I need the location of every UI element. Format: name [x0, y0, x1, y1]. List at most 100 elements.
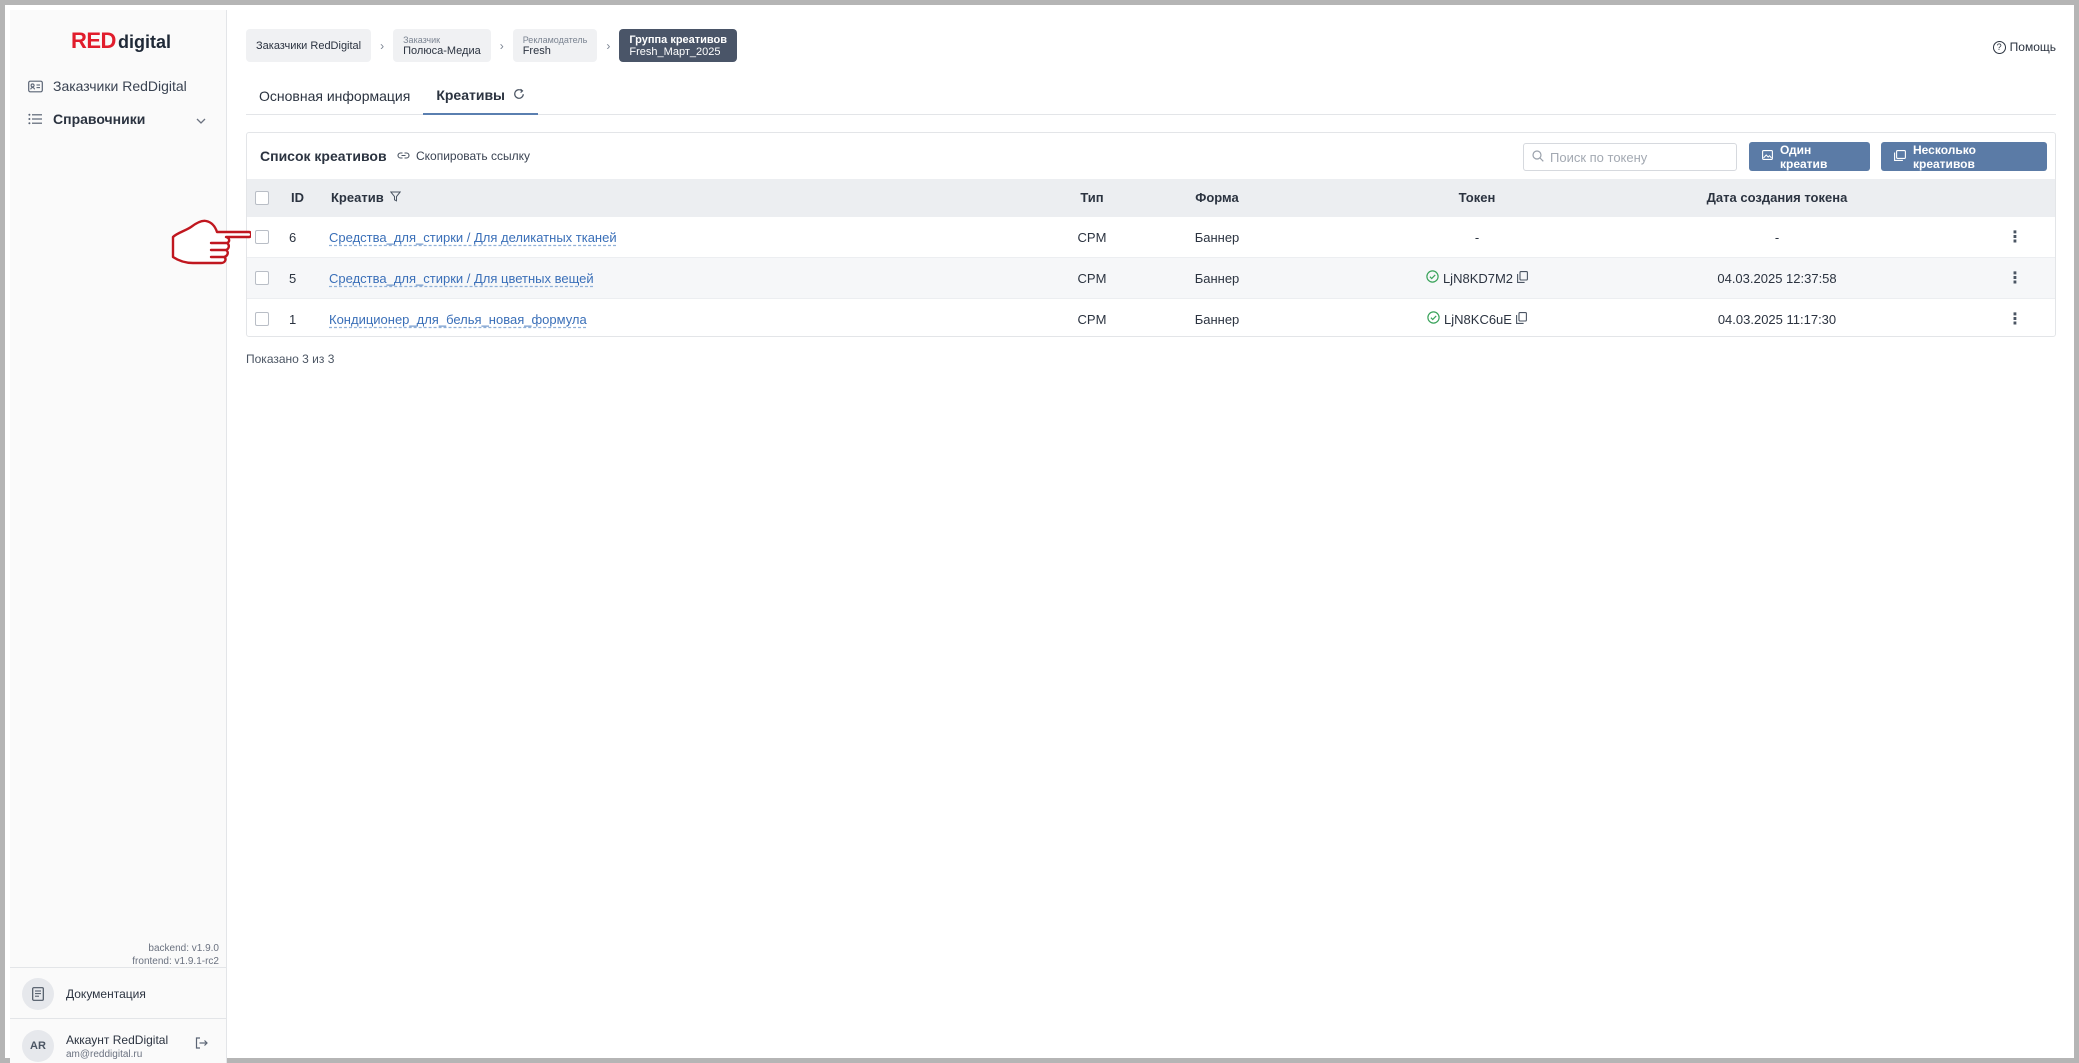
cell-id: 5	[289, 270, 297, 286]
token-value: LjN8KD7M2	[1442, 270, 1514, 286]
search-input[interactable]	[1550, 149, 1730, 165]
link-icon	[397, 149, 410, 163]
refresh-icon[interactable]	[513, 87, 525, 103]
breadcrumb-caption: Заказчик	[403, 34, 441, 45]
cell-date: 04.03.2025 11:17:30	[1717, 311, 1837, 327]
chevron-right-icon: ›	[499, 38, 504, 53]
avatar: AR	[22, 1030, 54, 1062]
cell-type: CPM	[1077, 311, 1107, 327]
sidebar-item-label: Справочники	[53, 111, 146, 127]
list-icon	[28, 112, 43, 127]
breadcrumb-client[interactable]: Заказчик Полюса-Медиа	[393, 29, 491, 62]
divider	[10, 967, 226, 968]
cell-form: Баннер	[1194, 229, 1240, 245]
tab-label: Основная информация	[259, 87, 411, 104]
search-field[interactable]	[1523, 143, 1737, 171]
add-many-creatives-button[interactable]: Несколько креативов	[1881, 142, 2047, 171]
account-info: Аккаунт RedDigital am@reddigital.ru	[66, 1033, 168, 1060]
creative-link[interactable]: Средства_для_стирки / Для деликатных тка…	[329, 230, 617, 245]
row-menu[interactable]: ⋮	[2007, 299, 2023, 339]
table-row[interactable]: 1 Кондиционер_для_белья_новая_формула CP…	[247, 298, 2055, 339]
cell-type: CPM	[1077, 229, 1107, 245]
sidebar-item-directories[interactable]: Справочники	[28, 108, 145, 130]
header-cell-date[interactable]: Дата создания токена	[1647, 179, 1907, 216]
table-row[interactable]: 6 Средства_для_стирки / Для деликатных т…	[247, 216, 2055, 257]
version-info: backend: v1.9.0 frontend: v1.9.1-rc2	[132, 942, 219, 968]
row-menu[interactable]: ⋮	[2007, 258, 2023, 298]
copy-icon[interactable]	[1516, 311, 1527, 327]
header-cell-id[interactable]: ID	[291, 179, 304, 216]
chevron-down-icon[interactable]	[196, 113, 206, 127]
documentation-label: Документация	[66, 987, 146, 1001]
documentation-link[interactable]: Документация	[22, 976, 146, 1012]
row-checkbox[interactable]	[255, 271, 269, 285]
breadcrumb: Заказчики RedDigital › Заказчик Полюса-М…	[246, 29, 738, 62]
help-label: Помощь	[2009, 40, 2056, 54]
row-menu[interactable]: ⋮	[2007, 217, 2023, 257]
cell-token: LjN8KC6uE	[1407, 299, 1547, 339]
creative-link[interactable]: Средства_для_стирки / Для цветных вещей	[329, 271, 594, 286]
sidebar-item-customers[interactable]: Заказчики RedDigital	[28, 75, 187, 97]
logout-icon[interactable]	[195, 1036, 208, 1052]
pointing-hand-icon	[171, 219, 251, 265]
account-name: Аккаунт RedDigital	[66, 1032, 169, 1047]
breadcrumb-label: Fresh	[522, 44, 551, 57]
chevron-right-icon: ›	[380, 38, 385, 53]
creative-link[interactable]: Кондиционер_для_белья_новая_формула	[329, 312, 587, 327]
header-cell-creative[interactable]: Креатив	[331, 179, 401, 216]
header-cell-type[interactable]: Тип	[1067, 179, 1117, 216]
button-label: Один креатив	[1780, 142, 1828, 171]
card-header: Список креативов Скопировать ссылку Поис…	[247, 133, 2055, 179]
image-icon	[1762, 150, 1773, 163]
copy-link-button[interactable]: Скопировать ссылку	[397, 149, 530, 163]
add-one-creative-button[interactable]: Один креатив	[1749, 142, 1870, 171]
check-circle-icon	[1426, 270, 1439, 286]
creatives-card: Список креативов Скопировать ссылку Поис…	[246, 132, 2056, 337]
cell-date: -	[1774, 229, 1780, 245]
check-circle-icon	[1427, 311, 1440, 327]
row-select[interactable]	[255, 258, 269, 298]
breadcrumb-caption: Группа креативов	[629, 33, 728, 46]
select-all-checkbox[interactable]	[255, 190, 269, 205]
header-cell-form[interactable]: Форма	[1167, 179, 1267, 216]
logo-red: RED	[71, 28, 116, 53]
row-checkbox[interactable]	[255, 312, 269, 326]
breadcrumb-label: Fresh_Март_2025	[629, 45, 721, 58]
filter-icon[interactable]	[389, 191, 401, 205]
header-cell-select[interactable]	[255, 179, 269, 216]
backend-version: backend: v1.9.0	[148, 943, 219, 954]
account-block[interactable]: AR Аккаунт RedDigital am@reddigital.ru	[22, 1028, 168, 1063]
row-checkbox[interactable]	[255, 230, 269, 244]
logo[interactable]: RED digital	[71, 28, 171, 54]
breadcrumb-creative-group[interactable]: Группа креативов Fresh_Март_2025	[619, 29, 738, 62]
cell-date: 04.03.2025 12:37:58	[1717, 270, 1837, 286]
more-vertical-icon[interactable]: ⋮	[2007, 227, 2023, 247]
images-icon	[1894, 149, 1906, 164]
breadcrumb-advertiser[interactable]: Рекламодатель Fresh	[512, 29, 598, 62]
sidebar: RED digital Заказчики RedDigital Справоч…	[10, 10, 227, 1063]
cell-type: CPM	[1077, 270, 1107, 286]
cell-token: -	[1474, 229, 1480, 245]
tab-creatives[interactable]: Креативы	[423, 76, 539, 115]
question-icon: ?	[1992, 40, 2006, 54]
token-value: LjN8KC6uE	[1444, 311, 1512, 327]
cell-form: Баннер	[1194, 270, 1240, 286]
header-cell-token[interactable]: Токен	[1407, 179, 1547, 216]
row-select[interactable]	[255, 299, 269, 339]
table-row[interactable]: 5 Средства_для_стирки / Для цветных веще…	[247, 257, 2055, 298]
header-label: Креатив	[331, 190, 384, 205]
breadcrumb-customers[interactable]: Заказчики RedDigital	[246, 29, 372, 62]
tab-label: Креативы	[436, 86, 506, 103]
main-content: Заказчики RedDigital › Заказчик Полюса-М…	[227, 10, 2079, 1063]
more-vertical-icon[interactable]: ⋮	[2007, 268, 2023, 288]
table-header: ID Креатив Тип Форма Токен Дата создания…	[247, 179, 2055, 216]
breadcrumb-label: Заказчики RedDigital	[256, 39, 362, 52]
copy-icon[interactable]	[1517, 270, 1528, 286]
tab-main-info[interactable]: Основная информация	[246, 76, 423, 115]
more-vertical-icon[interactable]: ⋮	[2007, 309, 2023, 329]
cell-id: 6	[289, 229, 297, 245]
account-email: am@reddigital.ru	[66, 1048, 143, 1060]
row-select[interactable]	[255, 217, 269, 257]
help-button[interactable]: ? Помощь	[1992, 40, 2056, 54]
breadcrumb-label: Полюса-Медиа	[403, 44, 481, 57]
